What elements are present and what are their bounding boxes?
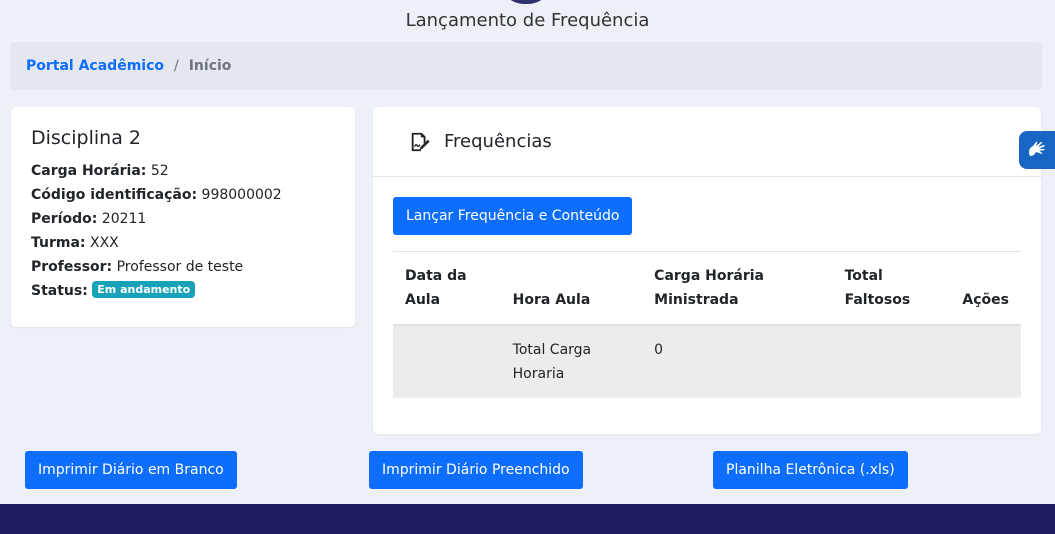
- breadcrumb-current: Início: [188, 58, 232, 74]
- carga-horaria-label: Carga Horária:: [31, 163, 147, 179]
- total-carga-label: Total Carga Horaria: [500, 325, 643, 398]
- turma-row: Turma: XXX: [31, 231, 335, 255]
- professor-value: Professor de teste: [116, 259, 244, 275]
- column-header-acoes: Ações: [950, 252, 1021, 326]
- frequencias-title: Frequências: [444, 131, 552, 152]
- breadcrumb: Portal Acadêmico / Início: [10, 42, 1042, 90]
- header-logo-edge: [500, 0, 552, 4]
- status-badge: Em andamento: [92, 281, 196, 298]
- turma-label: Turma:: [31, 235, 86, 251]
- periodo-row: Período: 20211: [31, 207, 335, 231]
- column-header-data-aula: Data da Aula: [393, 252, 501, 326]
- periodo-value: 20211: [101, 211, 147, 227]
- table-cell-empty: [393, 325, 501, 398]
- carga-horaria-row: Carga Horária: 52: [31, 159, 335, 183]
- page-title: Lançamento de Frequência: [405, 10, 650, 31]
- print-blank-diary-button[interactable]: Imprimir Diário em Branco: [25, 451, 237, 489]
- status-label: Status:: [31, 283, 88, 299]
- spreadsheet-button[interactable]: Planilha Eletrônica (.xls): [713, 451, 908, 489]
- column-header-carga-ministrada: Carga Horária Ministrada: [642, 252, 833, 326]
- codigo-value: 998000002: [201, 187, 282, 203]
- table-header-row: Data da Aula Hora Aula Carga Horária Min…: [393, 252, 1021, 326]
- edit-signature-icon: [411, 132, 430, 151]
- table-cell-empty: [950, 325, 1021, 398]
- footer-bar: [0, 504, 1055, 534]
- frequencias-table: Data da Aula Hora Aula Carga Horária Min…: [393, 252, 1021, 398]
- discipline-name: Disciplina 2: [31, 127, 141, 149]
- column-header-hora-aula: Hora Aula: [500, 252, 643, 326]
- breadcrumb-home-link[interactable]: Portal Acadêmico: [26, 58, 164, 74]
- accessibility-button[interactable]: [1019, 131, 1055, 169]
- frequencias-card: Frequências Lançar Frequência e Conteúdo…: [373, 107, 1041, 434]
- professor-row: Professor: Professor de teste: [31, 255, 335, 279]
- launch-frequency-button[interactable]: Lançar Frequência e Conteúdo: [393, 197, 633, 235]
- codigo-label: Código identificação:: [31, 187, 198, 203]
- discipline-info-card: Disciplina 2 Carga Horária: 52 Código id…: [11, 107, 355, 327]
- turma-value: XXX: [89, 235, 119, 251]
- carga-horaria-value: 52: [150, 163, 169, 179]
- column-header-total-faltosos: Total Faltosos: [832, 252, 951, 326]
- professor-label: Professor:: [31, 259, 113, 275]
- print-filled-diary-button[interactable]: Imprimir Diário Preenchido: [369, 451, 583, 489]
- codigo-row: Código identificação: 998000002: [31, 183, 335, 207]
- frequencias-header: Frequências: [373, 107, 1041, 177]
- table-cell-empty: [832, 325, 951, 398]
- status-row: Status: Em andamento: [31, 279, 335, 303]
- sign-language-icon: [1029, 141, 1045, 156]
- table-row: Total Carga Horaria 0: [393, 325, 1021, 398]
- breadcrumb-separator: /: [174, 58, 179, 74]
- periodo-label: Período:: [31, 211, 98, 227]
- total-carga-value: 0: [642, 325, 833, 398]
